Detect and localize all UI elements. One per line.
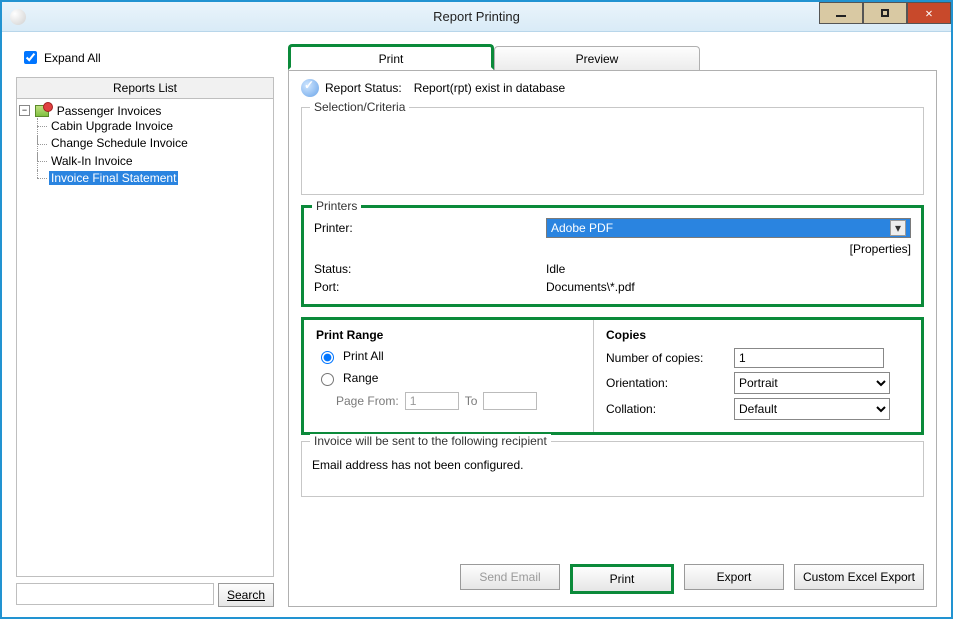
range-copies-group: Print Range Print All Range Page From: bbox=[301, 317, 924, 435]
tree-item[interactable]: Walk-In Invoice bbox=[37, 152, 271, 169]
report-status-label: Report Status: bbox=[325, 81, 402, 95]
print-range-box: Print Range Print All Range Page From: bbox=[304, 320, 594, 432]
tree-root-label: Passenger Invoices bbox=[55, 104, 164, 118]
search-row: Search bbox=[16, 583, 274, 607]
orientation-label: Orientation: bbox=[606, 376, 734, 390]
page-from-row: Page From: To bbox=[336, 392, 581, 410]
tabs: Print Preview bbox=[288, 44, 937, 70]
print-all-input[interactable] bbox=[321, 351, 334, 364]
print-button[interactable]: Print bbox=[570, 564, 674, 594]
printers-group: Printers Printer: Adobe PDF ▾ [Propertie… bbox=[301, 205, 924, 307]
selection-criteria-group: Selection/Criteria bbox=[301, 107, 924, 195]
tab-page: Report Status: Report(rpt) exist in data… bbox=[288, 70, 937, 607]
tree-children: Cabin Upgrade Invoice Change Schedule In… bbox=[37, 118, 271, 187]
tree-item[interactable]: Invoice Final Statement bbox=[37, 170, 271, 187]
range-input[interactable] bbox=[321, 373, 334, 386]
tab-preview[interactable]: Preview bbox=[494, 46, 700, 70]
printer-status-label: Status: bbox=[314, 262, 546, 276]
window: Report Printing ✕ Expand All Reports Lis… bbox=[0, 0, 953, 619]
send-email-button[interactable]: Send Email bbox=[460, 564, 560, 590]
collation-select[interactable]: Default bbox=[734, 398, 890, 420]
tree-item[interactable]: Cabin Upgrade Invoice bbox=[37, 118, 271, 135]
window-controls: ✕ bbox=[819, 2, 951, 26]
tree-item[interactable]: Change Schedule Invoice bbox=[37, 135, 271, 152]
minimize-button[interactable] bbox=[819, 2, 863, 24]
search-button[interactable]: Search bbox=[218, 583, 274, 607]
recipient-message: Email address has not been configured. bbox=[312, 458, 913, 472]
page-from-input[interactable] bbox=[405, 392, 459, 410]
folder-icon bbox=[35, 105, 49, 117]
print-range-title: Print Range bbox=[316, 328, 581, 342]
range-label: Range bbox=[343, 371, 378, 385]
report-status-row: Report Status: Report(rpt) exist in data… bbox=[301, 79, 924, 97]
content: Expand All Reports List − Passenger Invo… bbox=[2, 32, 951, 617]
expand-all-input[interactable] bbox=[24, 51, 37, 64]
titlebar: Report Printing ✕ bbox=[2, 2, 951, 32]
printer-select[interactable]: Adobe PDF ▾ bbox=[546, 218, 911, 238]
report-status-value: Report(rpt) exist in database bbox=[414, 81, 565, 95]
tree-toggle-icon[interactable]: − bbox=[19, 105, 30, 116]
print-range-radio[interactable]: Range bbox=[316, 370, 581, 386]
copies-number-label: Number of copies: bbox=[606, 351, 734, 365]
status-ok-icon bbox=[301, 79, 319, 97]
export-button[interactable]: Export bbox=[684, 564, 784, 590]
print-all-label: Print All bbox=[343, 349, 384, 363]
printer-properties-link[interactable]: [Properties] bbox=[314, 242, 911, 256]
page-to-label: To bbox=[465, 394, 478, 408]
expand-all-checkbox[interactable]: Expand All bbox=[20, 48, 274, 67]
recipient-group: Invoice will be sent to the following re… bbox=[301, 441, 924, 497]
copies-title: Copies bbox=[606, 328, 909, 342]
search-input[interactable] bbox=[16, 583, 214, 605]
copies-number-input[interactable] bbox=[734, 348, 884, 368]
expand-all-label: Expand All bbox=[44, 51, 101, 65]
printers-legend: Printers bbox=[312, 199, 361, 213]
collation-label: Collation: bbox=[606, 402, 734, 416]
printer-port-value: Documents\*.pdf bbox=[546, 280, 635, 294]
printer-label: Printer: bbox=[314, 221, 546, 235]
page-from-label: Page From: bbox=[336, 394, 399, 408]
buttons-row: Send Email Print Export Custom Excel Exp… bbox=[301, 558, 924, 594]
maximize-button[interactable] bbox=[863, 2, 907, 24]
reports-tree: − Passenger Invoices Cabin Upgrade Invoi… bbox=[16, 99, 274, 577]
copies-box: Copies Number of copies: Orientation: Po… bbox=[594, 320, 921, 432]
printer-status-value: Idle bbox=[546, 262, 565, 276]
selection-criteria-legend: Selection/Criteria bbox=[310, 100, 409, 114]
reports-list-header: Reports List bbox=[16, 77, 274, 99]
left-panel: Expand All Reports List − Passenger Invo… bbox=[16, 44, 274, 607]
window-title: Report Printing bbox=[2, 9, 951, 24]
chevron-down-icon: ▾ bbox=[890, 220, 906, 236]
right-panel: Print Preview Report Status: Report(rpt)… bbox=[288, 44, 937, 607]
printer-port-label: Port: bbox=[314, 280, 546, 294]
app-icon bbox=[10, 9, 26, 25]
printer-value: Adobe PDF bbox=[551, 221, 613, 235]
print-all-radio[interactable]: Print All bbox=[316, 348, 581, 364]
orientation-select[interactable]: Portrait bbox=[734, 372, 890, 394]
custom-excel-export-button[interactable]: Custom Excel Export bbox=[794, 564, 924, 590]
tree-root[interactable]: − Passenger Invoices bbox=[19, 103, 271, 118]
recipient-legend: Invoice will be sent to the following re… bbox=[310, 434, 551, 448]
page-to-input[interactable] bbox=[483, 392, 537, 410]
tab-print[interactable]: Print bbox=[288, 44, 494, 70]
close-button[interactable]: ✕ bbox=[907, 2, 951, 24]
